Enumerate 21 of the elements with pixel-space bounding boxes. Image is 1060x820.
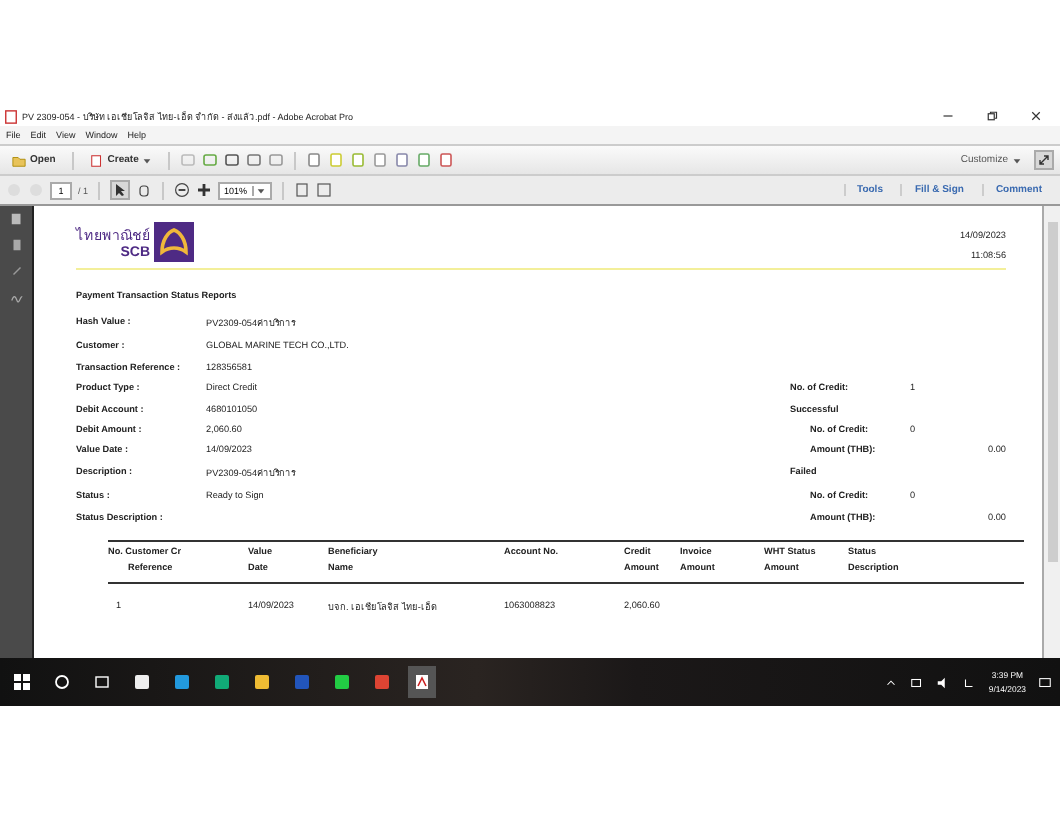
volume-icon[interactable] bbox=[936, 675, 951, 689]
expand-icon[interactable] bbox=[1034, 150, 1054, 170]
bookmark-icon[interactable] bbox=[9, 238, 23, 252]
full-screen-icon[interactable] bbox=[315, 182, 332, 198]
caret-down-icon bbox=[1012, 155, 1022, 165]
caret-down-icon bbox=[251, 185, 266, 195]
notification-icon[interactable] bbox=[1038, 675, 1052, 689]
caret-up-icon[interactable] bbox=[884, 675, 899, 689]
pages-icon[interactable] bbox=[9, 212, 23, 226]
close-icon[interactable] bbox=[1030, 110, 1042, 122]
signature-icon[interactable] bbox=[9, 290, 23, 304]
zoom-in-icon[interactable] bbox=[196, 182, 213, 198]
bell-logo-icon bbox=[154, 222, 194, 262]
fit-page-icon[interactable] bbox=[293, 182, 310, 198]
minimize-icon[interactable] bbox=[942, 110, 954, 122]
document-icon bbox=[89, 153, 104, 167]
scrollbar[interactable] bbox=[1042, 206, 1060, 658]
caret-down-icon bbox=[142, 155, 153, 165]
select-cursor-icon[interactable] bbox=[110, 180, 131, 200]
zoom-out-icon[interactable] bbox=[174, 182, 191, 198]
restore-icon[interactable] bbox=[986, 110, 998, 122]
